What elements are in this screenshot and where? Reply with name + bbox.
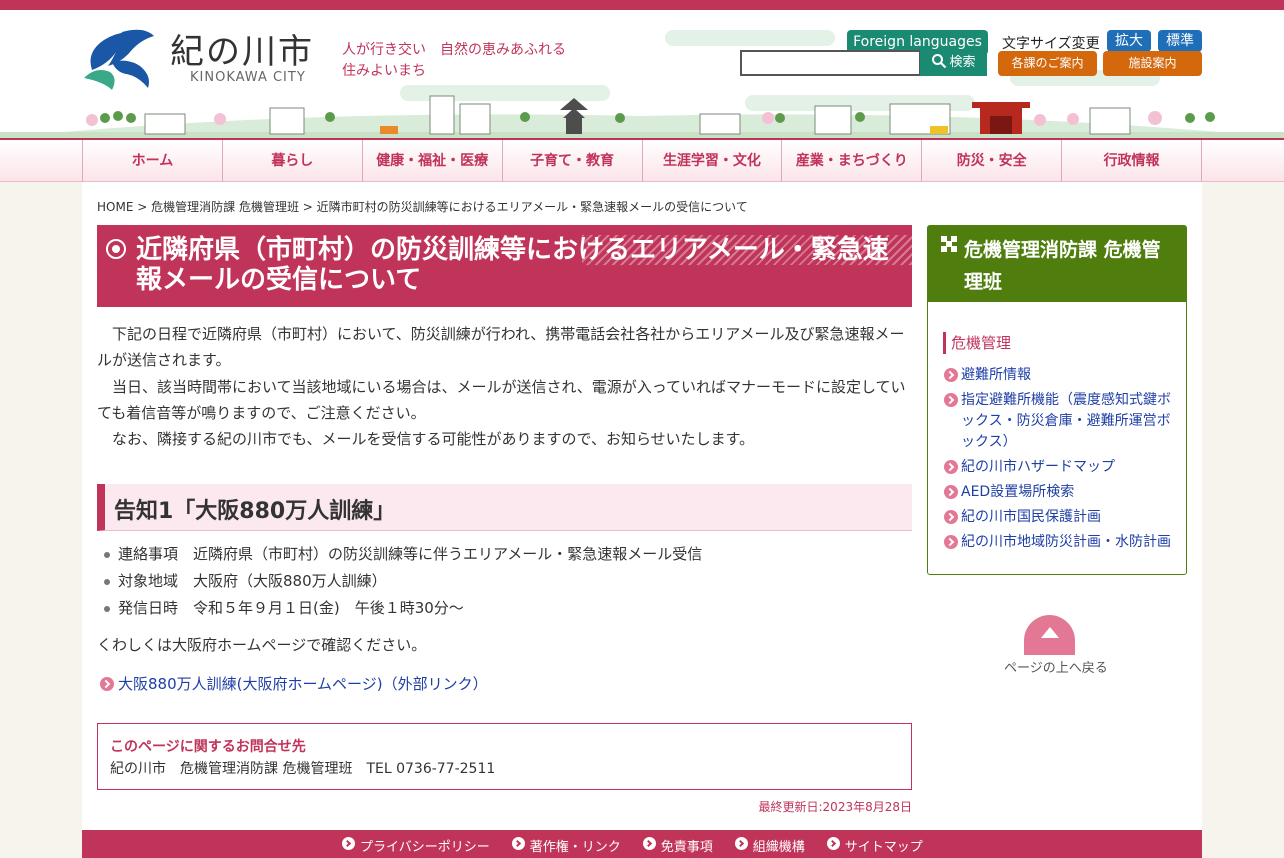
sidebar-menu: 危機管理消防課 危機管理班 危機管理 避難所情報 指定避難所機能（震度感知式鍵ボ…: [927, 225, 1187, 575]
sidebar-subheading[interactable]: 危機管理: [943, 332, 1011, 354]
breadcrumb-current: 近隣市町村の防災訓練等におけるエリアメール・緊急速報メールの受信について: [316, 200, 748, 214]
search-button[interactable]: 検索: [920, 50, 987, 76]
breadcrumb-separator: >: [137, 200, 148, 214]
external-link-label: 大阪880万人訓練(大阪府ホームページ)（外部リンク）: [118, 675, 488, 693]
section-heading: 告知1「大阪880万人訓練」: [114, 499, 396, 524]
departments-guide-button[interactable]: 各課のご案内: [998, 51, 1097, 76]
checker-square-icon: [941, 236, 957, 252]
list-item: 発信日時 令和５年９月１日(金) 午後１時30分～: [104, 595, 904, 622]
arrow-up-icon: [1041, 627, 1059, 638]
sidebar-link-label: 避難所情報: [961, 367, 1031, 383]
sidebar-link-list: 避難所情報 指定避難所機能（震度感知式鍵ボックス・防災倉庫・避難所運営ボックス）…: [944, 365, 1180, 557]
external-link[interactable]: 大阪880万人訓練(大阪府ホームページ)（外部リンク）: [100, 673, 488, 694]
arrow-right-icon: [944, 393, 958, 407]
site-name: 紀の川市: [170, 32, 314, 72]
footer-link-copyright[interactable]: 著作権・リンク: [511, 836, 621, 855]
search-icon: [932, 54, 947, 69]
article-paragraph: なお、隣接する紀の川市でも、メールを受信する可能性がありますので、お知らせいたし…: [97, 430, 755, 448]
kinokawa-logo-mark-icon: [84, 29, 154, 90]
section-heading-box: 告知1「大阪880万人訓練」: [97, 484, 912, 531]
breadcrumb: HOME > 危機管理消防課 危機管理班 > 近隣市町村の防災訓練等におけるエリ…: [97, 198, 748, 215]
sidebar-heading[interactable]: 危機管理消防課 危機管理班: [964, 234, 1179, 298]
article-paragraph: 当日、該当時間帯において当該地域にいる場合は、メールが送信され、電源が入っていれ…: [97, 378, 906, 422]
arrow-right-icon: [944, 510, 958, 524]
gnav-item-industry[interactable]: 産業・まちづくり: [781, 140, 921, 182]
sidebar-link-label: 紀の川市ハザードマップ: [961, 459, 1115, 475]
arrow-right-icon: [100, 677, 114, 691]
gnav-item-childcare-education[interactable]: 子育て・教育: [501, 140, 642, 182]
font-size-label: 文字サイズ変更: [1002, 36, 1100, 52]
gnav-item-health-welfare[interactable]: 健康・福祉・医療: [361, 140, 502, 182]
page-top-label[interactable]: ページの上へ戻る: [1004, 657, 1108, 676]
footer-link-privacy[interactable]: プライバシーポリシー: [342, 836, 490, 855]
sidebar-link-label: AED設置場所検索: [961, 484, 1075, 500]
breadcrumb-home-link[interactable]: HOME: [97, 200, 133, 214]
page-title: 近隣府県（市町村）の防災訓練等におけるエリアメール・緊急速報メールの受信について: [136, 235, 889, 295]
breadcrumb-section-link[interactable]: 危機管理消防課 危機管理班: [151, 200, 299, 214]
font-size-large-button[interactable]: 拡大: [1107, 30, 1151, 52]
circle-dot-icon: [106, 239, 126, 259]
arrow-right-icon: [944, 485, 958, 499]
sidebar-link[interactable]: 紀の川市ハザードマップ: [944, 457, 1180, 478]
sidebar-link[interactable]: 指定避難所機能（震度感知式鍵ボックス・防災倉庫・避難所運営ボックス）: [944, 390, 1180, 453]
sidebar-link[interactable]: 避難所情報: [944, 365, 1180, 386]
gnav-item-home[interactable]: ホーム: [82, 140, 222, 182]
sidebar-link[interactable]: AED設置場所検索: [944, 482, 1180, 503]
page-top-button[interactable]: [1024, 615, 1075, 655]
list-item: 対象地域 大阪府（大阪880万人訓練）: [104, 568, 904, 595]
sidebar-link-label: 紀の川市地域防災計画・水防計画: [961, 534, 1171, 550]
footer-link-sitemap[interactable]: サイトマップ: [826, 836, 923, 855]
site-name-en: KINOKAWA CITY: [190, 70, 306, 85]
contact-title: このページに関するお問合せ先: [110, 739, 306, 755]
gnav-item-administration[interactable]: 行政情報: [1061, 140, 1202, 182]
town-skyline-illustration: [0, 95, 1284, 138]
contact-box: このページに関するお問合せ先 紀の川市 危機管理消防課 危機管理班 TEL 07…: [97, 723, 912, 790]
breadcrumb-separator: >: [302, 200, 313, 214]
gnav-item-disaster-safety[interactable]: 防災・安全: [921, 140, 1061, 182]
article-paragraph: 下記の日程で近隣府県（市町村）において、防災訓練が行われ、携帯電話会社各社からエ…: [97, 325, 905, 369]
gnav-item-lifelong-learning[interactable]: 生涯学習・文化: [641, 140, 782, 182]
search-button-label: 検索: [949, 55, 976, 70]
sidebar-header: 危機管理消防課 危機管理班: [928, 226, 1186, 302]
font-size-standard-button[interactable]: 標準: [1158, 30, 1202, 52]
search-input[interactable]: [740, 50, 921, 76]
sidebar-link[interactable]: 紀の川市国民保護計画: [944, 507, 1180, 528]
contact-info: 紀の川市 危機管理消防課 危機管理班 TEL 0736-77-2511: [110, 761, 496, 777]
site-logo[interactable]: 紀の川市 KINOKAWA CITY: [82, 22, 322, 92]
sidebar-link[interactable]: 紀の川市地域防災計画・水防計画: [944, 532, 1180, 553]
sidebar-link-label: 紀の川市国民保護計画: [961, 509, 1101, 525]
arrow-right-icon: [944, 368, 958, 382]
footer-link-disclaimer[interactable]: 免責事項: [642, 836, 713, 855]
last-updated: 最終更新日:2023年8月28日: [758, 800, 913, 814]
gnav-item-living[interactable]: 暮らし: [221, 140, 362, 182]
cloud-decoration: [665, 30, 835, 46]
facilities-guide-button[interactable]: 施設案内: [1103, 51, 1202, 76]
site-header: 紀の川市 KINOKAWA CITY 人が行き交い 自然の恵みあふれる 住みよい…: [0, 10, 1284, 138]
sidebar-link-label: 指定避難所機能（震度感知式鍵ボックス・防災倉庫・避難所運営ボックス）: [961, 392, 1171, 450]
arrow-right-icon: [944, 460, 958, 474]
details-list: 連絡事項 近隣府県（市町村）の防災訓練等に伴うエリアメール・緊急速報メール受信 …: [104, 541, 904, 622]
top-accent-bar: [0, 0, 1284, 10]
global-navigation: ホーム 暮らし 健康・福祉・医療 子育て・教育 生涯学習・文化 産業・まちづくり…: [0, 138, 1284, 182]
arrow-right-icon: [944, 535, 958, 549]
site-tagline: 人が行き交い 自然の恵みあふれる 住みよいまち: [342, 42, 580, 79]
page-title-box: 近隣府県（市町村）の防災訓練等におけるエリアメール・緊急速報メールの受信について: [97, 225, 912, 307]
footer-navigation: プライバシーポリシー 著作権・リンク 免責事項 組織機構 サイトマップ: [82, 830, 1202, 858]
list-item: 連絡事項 近隣府県（市町村）の防災訓練等に伴うエリアメール・緊急速報メール受信: [104, 541, 904, 568]
footer-link-organization[interactable]: 組織機構: [734, 836, 805, 855]
more-info-text: くわしくは大阪府ホームページで確認ください。: [97, 636, 427, 654]
